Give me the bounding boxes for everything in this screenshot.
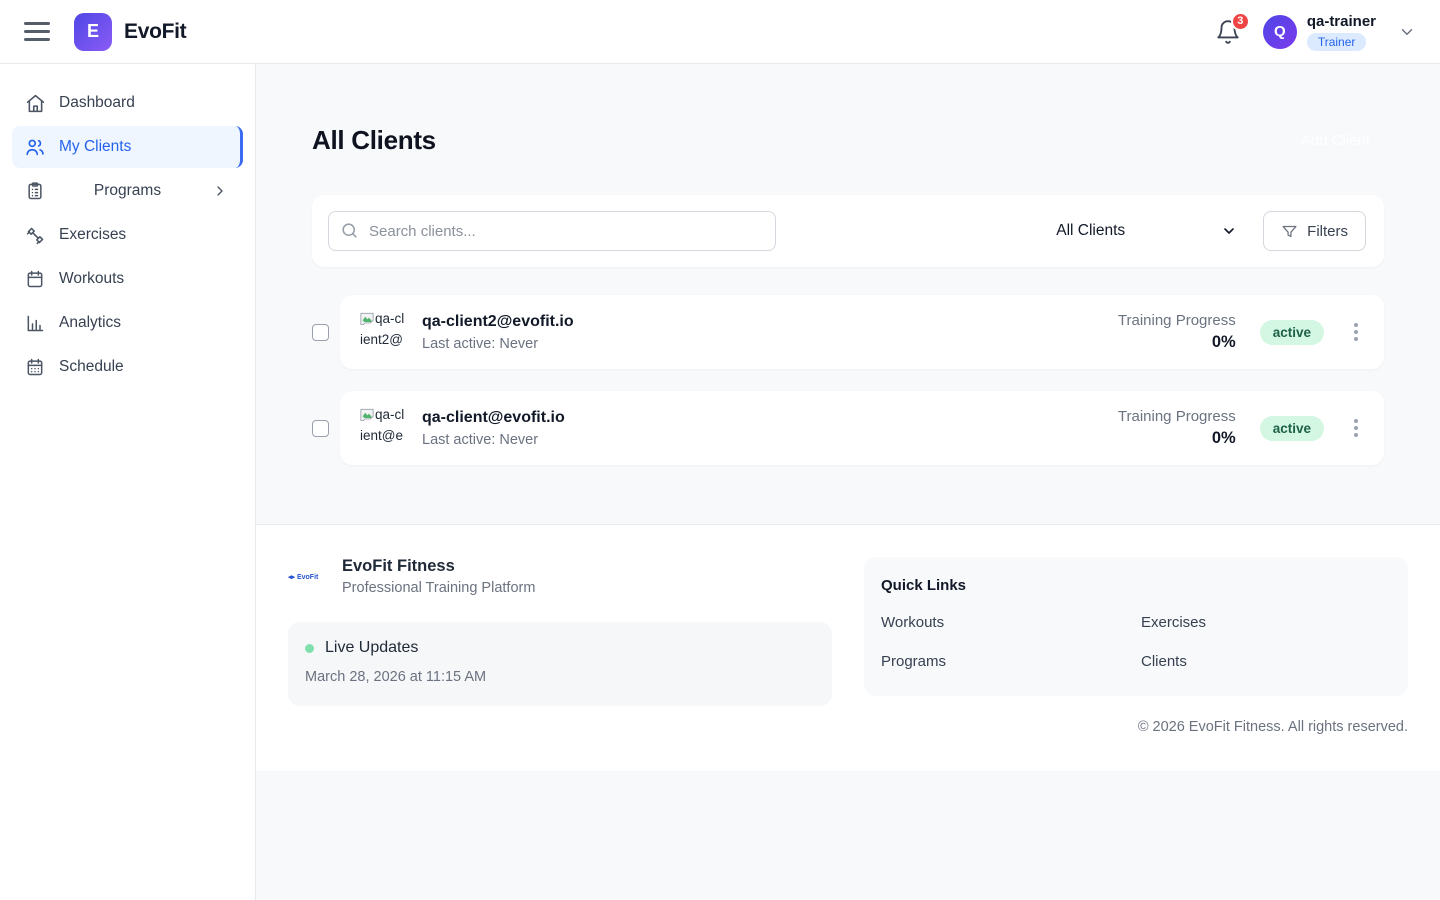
notification-count-badge: 3 (1231, 12, 1250, 31)
footer-link-programs[interactable]: Programs (881, 653, 1131, 670)
sidebar-item-label: Dashboard (59, 94, 135, 112)
sidebar-item-workouts[interactable]: Workouts (12, 258, 243, 300)
status-badge: active (1260, 320, 1324, 345)
quick-links-title: Quick Links (881, 577, 1391, 594)
sidebar-item-programs[interactable]: Programs (12, 170, 243, 212)
client-last-active: Last active: Never (422, 336, 574, 352)
row-menu-kebab-icon[interactable] (1348, 415, 1364, 441)
quick-links-card: Quick Links Workouts Exercises Programs … (864, 557, 1408, 696)
sidebar-item-schedule[interactable]: Schedule (12, 346, 243, 388)
user-name: qa-trainer (1307, 13, 1376, 30)
client-filter-select[interactable]: All Clients (1056, 222, 1237, 240)
footer-brand-name: EvoFit Fitness (342, 557, 535, 576)
footer-logo: ◂▸ EvoFit (288, 573, 328, 581)
bar-chart-icon (24, 312, 46, 334)
search-box (328, 211, 776, 251)
sidebar: Dashboard My Clients Programs Exercises (0, 64, 256, 900)
selected-filter-value: All Clients (1056, 222, 1125, 240)
top-header: E EvoFit 3 Q qa-trainer Trainer (0, 0, 1440, 64)
client-avatar-broken-image: qa-client2@evofit.io (360, 309, 406, 355)
evofit-logo: E (74, 13, 112, 51)
calendar-icon (24, 268, 46, 290)
sidebar-item-my-clients[interactable]: My Clients (12, 126, 243, 168)
search-icon (340, 221, 359, 245)
clients-toolbar: All Clients Filters (312, 195, 1384, 267)
brand: E EvoFit (74, 13, 186, 51)
sidebar-item-analytics[interactable]: Analytics (12, 302, 243, 344)
training-progress-label: Training Progress (1118, 312, 1236, 329)
filters-button[interactable]: Filters (1263, 211, 1366, 251)
live-updates-card: Live Updates March 28, 2026 at 11:15 AM (288, 622, 832, 706)
sidebar-item-label: My Clients (59, 138, 131, 156)
training-progress-value: 0% (1212, 429, 1236, 448)
sidebar-item-exercises[interactable]: Exercises (12, 214, 243, 256)
page-title: All Clients (312, 125, 436, 156)
live-status-dot (305, 644, 314, 653)
filters-button-label: Filters (1307, 223, 1348, 240)
sidebar-item-label: Analytics (59, 314, 121, 332)
hamburger-menu-icon[interactable] (24, 18, 52, 46)
broken-image-icon (360, 408, 374, 421)
users-icon (24, 136, 46, 158)
dumbbell-icon (24, 224, 46, 246)
add-client-button[interactable]: Add Client (1287, 122, 1384, 159)
chevron-right-icon (209, 180, 231, 202)
brand-name: EvoFit (124, 20, 186, 44)
live-updates-title: Live Updates (325, 639, 418, 657)
sidebar-item-dashboard[interactable]: Dashboard (12, 82, 243, 124)
clipboard-icon (24, 180, 46, 202)
footer-tagline: Professional Training Platform (342, 580, 535, 596)
main-content: All Clients Add Client All Clients Filte… (256, 64, 1440, 900)
notifications-button[interactable]: 3 (1215, 19, 1241, 45)
client-row-checkbox[interactable] (312, 420, 329, 437)
page-footer: ◂▸ EvoFit EvoFit Fitness Professional Tr… (256, 524, 1440, 771)
client-row: qa-client@evofit.io qa-client@evofit.io … (312, 391, 1384, 465)
schedule-icon (24, 356, 46, 378)
client-row: qa-client2@evofit.io qa-client2@evofit.i… (312, 295, 1384, 369)
client-last-active: Last active: Never (422, 432, 565, 448)
status-badge: active (1260, 416, 1324, 441)
client-email: qa-client@evofit.io (422, 409, 565, 427)
sidebar-item-label: Schedule (59, 358, 124, 376)
sidebar-item-label: Workouts (59, 270, 124, 288)
footer-link-exercises[interactable]: Exercises (1141, 614, 1391, 631)
client-card[interactable]: qa-client@evofit.io qa-client@evofit.io … (340, 391, 1384, 465)
chevron-down-icon[interactable] (1398, 23, 1416, 41)
training-progress-value: 0% (1212, 333, 1236, 352)
sidebar-item-label: Exercises (59, 226, 126, 244)
role-badge: Trainer (1307, 33, 1367, 51)
client-card[interactable]: qa-client2@evofit.io qa-client2@evofit.i… (340, 295, 1384, 369)
client-list: qa-client2@evofit.io qa-client2@evofit.i… (256, 267, 1440, 465)
live-updates-timestamp: March 28, 2026 at 11:15 AM (305, 669, 815, 685)
broken-image-icon (360, 312, 374, 325)
client-row-checkbox[interactable] (312, 324, 329, 341)
footer-link-clients[interactable]: Clients (1141, 653, 1391, 670)
avatar: Q (1263, 15, 1297, 49)
search-input[interactable] (328, 211, 776, 251)
client-avatar-broken-image: qa-client@evofit.io (360, 405, 406, 451)
chevron-down-icon (1221, 223, 1237, 239)
client-email: qa-client2@evofit.io (422, 313, 574, 331)
sidebar-item-label: Programs (59, 182, 196, 200)
home-icon (24, 92, 46, 114)
copyright-text: © 2026 EvoFit Fitness. All rights reserv… (864, 719, 1408, 735)
training-progress-label: Training Progress (1118, 408, 1236, 425)
row-menu-kebab-icon[interactable] (1348, 319, 1364, 345)
footer-link-workouts[interactable]: Workouts (881, 614, 1131, 631)
funnel-icon (1281, 223, 1298, 240)
user-menu[interactable]: Q qa-trainer Trainer (1263, 13, 1376, 51)
